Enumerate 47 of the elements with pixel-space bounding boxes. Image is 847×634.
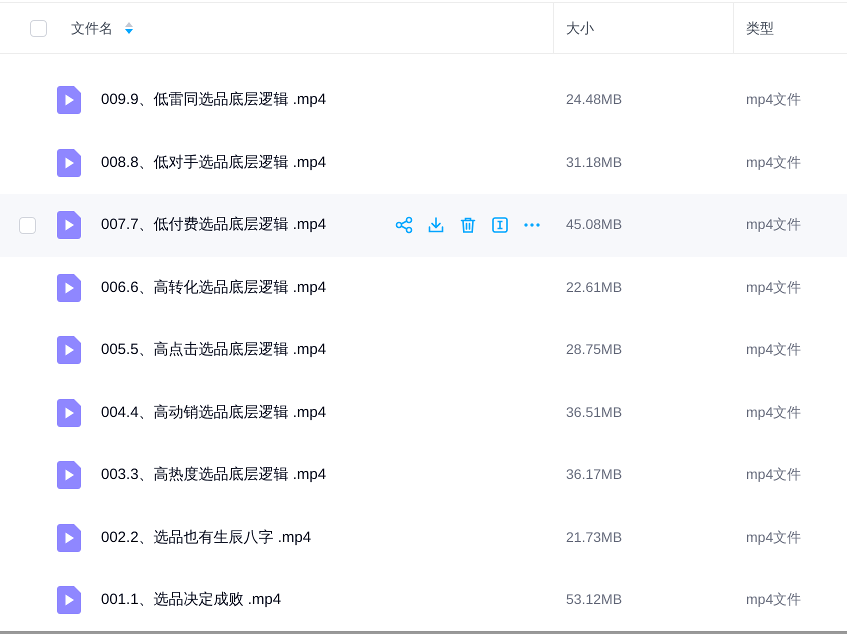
file-type: mp4文件 — [746, 591, 802, 608]
rename-icon[interactable] — [491, 216, 509, 234]
column-header[interactable]: 大小 — [566, 18, 594, 38]
share-icon[interactable] — [395, 216, 413, 234]
file-name[interactable]: 002.2、选品也有生辰八字 .mp4 — [101, 526, 312, 549]
file-size: 21.73MB — [566, 528, 622, 545]
file-type: mp4文件 — [746, 91, 802, 108]
file-type: mp4文件 — [746, 278, 802, 295]
file-row[interactable]: 007.7、低付费选品底层逻辑 .mp4 45.08MB mp4文件 — [0, 194, 847, 256]
file-type: mp4文件 — [746, 216, 802, 232]
file-name[interactable]: 007.7、低付费选品底层逻辑 .mp4 — [101, 214, 326, 236]
video-file-icon — [57, 586, 81, 614]
file-size: 36.17MB — [566, 466, 622, 482]
file-name[interactable]: 009.9、低雷同选品底层逻辑 .mp4 — [101, 89, 326, 112]
video-file-icon — [57, 524, 81, 552]
column-header[interactable]: 类型 — [746, 18, 774, 38]
sort-icon[interactable] — [125, 21, 133, 35]
file-size: 36.51MB — [566, 404, 622, 420]
video-file-icon — [57, 211, 81, 240]
file-size: 53.12MB — [566, 591, 622, 608]
file-size: 28.75MB — [566, 341, 622, 358]
file-name[interactable]: 001.1、选品决定成败 .mp4 — [101, 589, 282, 612]
file-size: 24.48MB — [566, 91, 622, 108]
file-type: mp4文件 — [746, 341, 802, 358]
video-file-icon — [57, 86, 81, 114]
file-type: mp4文件 — [746, 466, 802, 482]
video-file-icon — [57, 274, 81, 302]
file-size: 45.08MB — [566, 216, 622, 232]
file-name[interactable]: 008.8、低对手选品底层逻辑 .mp4 — [101, 152, 326, 174]
video-file-icon — [57, 336, 81, 364]
file-name[interactable]: 003.3、高热度选品底层逻辑 .mp4 — [101, 464, 326, 486]
download-icon[interactable] — [427, 216, 445, 234]
checkbox[interactable] — [30, 20, 47, 36]
video-file-icon — [57, 461, 81, 490]
file-type: mp4文件 — [746, 404, 802, 420]
file-name[interactable]: 006.6、高转化选品底层逻辑 .mp4 — [101, 276, 326, 299]
trash-icon[interactable] — [459, 216, 477, 234]
checkbox[interactable] — [19, 216, 36, 234]
column-header[interactable]: 文件名 — [71, 18, 113, 38]
file-size: 22.61MB — [566, 278, 622, 295]
video-file-icon — [57, 148, 81, 177]
file-name[interactable]: 004.4、高动销选品底层逻辑 .mp4 — [101, 402, 326, 424]
file-name[interactable]: 005.5、高点击选品底层逻辑 .mp4 — [101, 339, 326, 362]
file-size: 31.18MB — [566, 154, 622, 170]
video-file-icon — [57, 398, 81, 427]
file-type: mp4文件 — [746, 528, 802, 545]
file-type: mp4文件 — [746, 154, 802, 170]
